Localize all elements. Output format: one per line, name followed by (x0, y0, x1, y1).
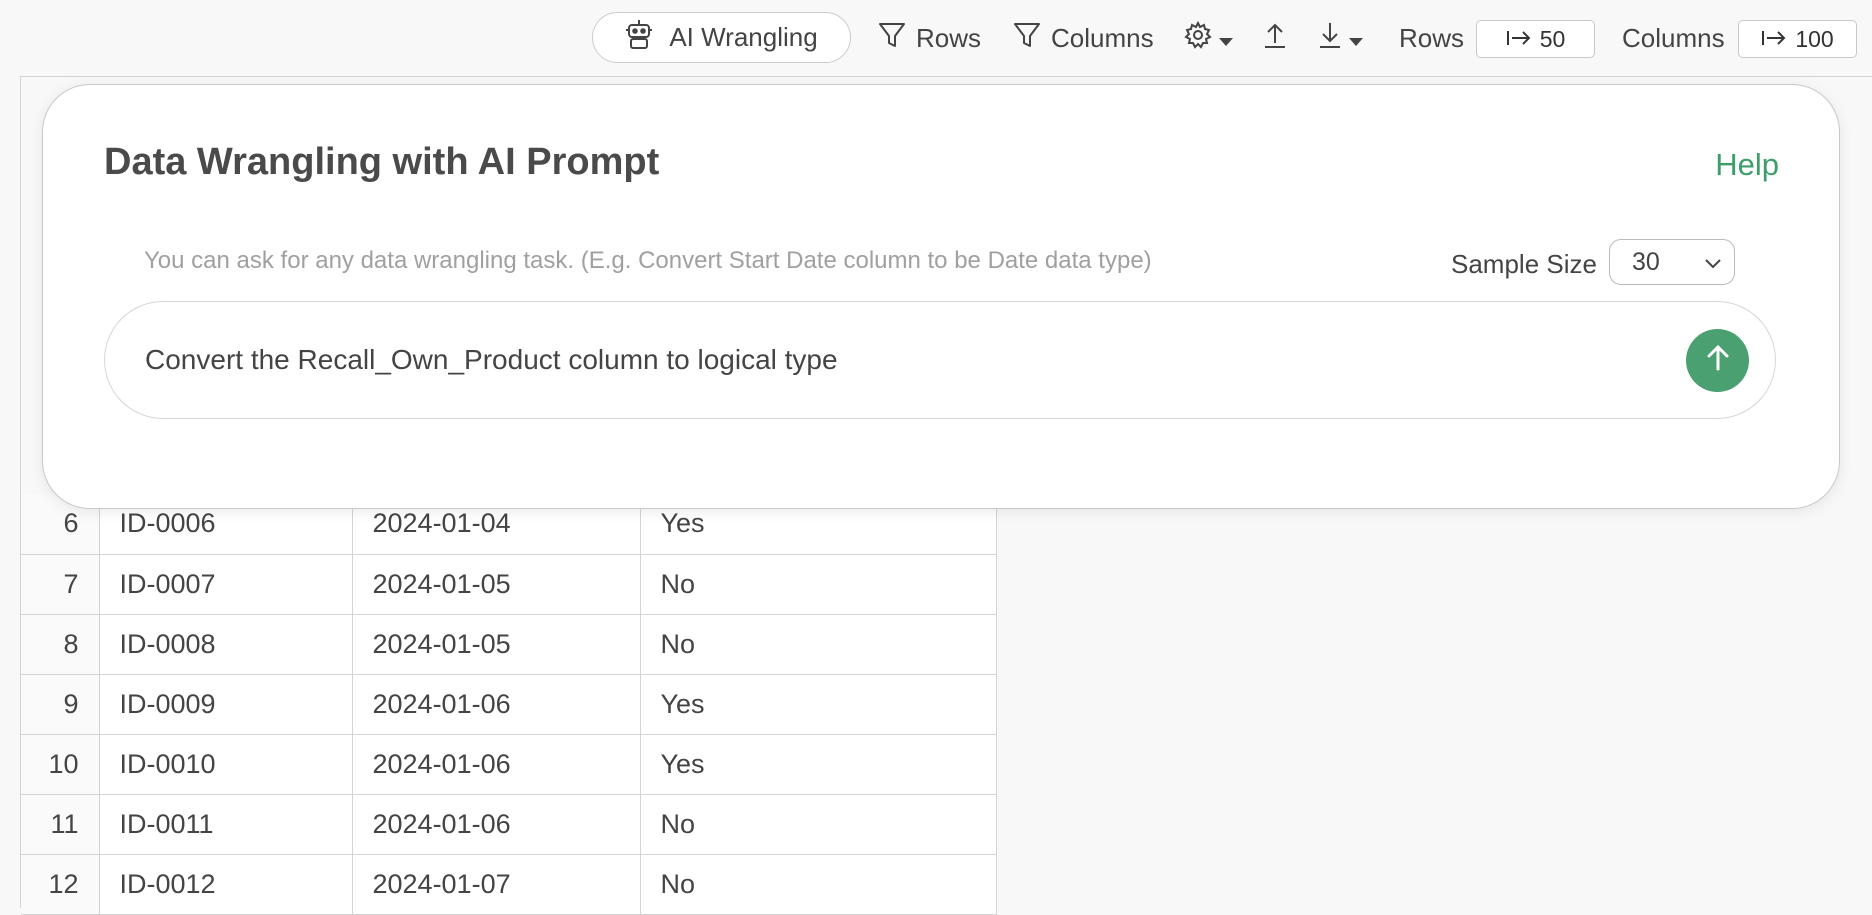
rows-limit-value: 50 (1539, 25, 1566, 52)
caret-down-icon (1218, 23, 1234, 54)
send-button[interactable] (1686, 329, 1749, 392)
table-cell[interactable]: No (640, 794, 997, 855)
prompt-hint: You can ask for any data wrangling task.… (144, 247, 1152, 274)
sample-size-select[interactable]: 30 (1609, 239, 1735, 285)
prompt-input[interactable]: Convert the Recall_Own_Product column to… (104, 301, 1776, 419)
robot-icon (625, 19, 653, 56)
table-row[interactable]: 9 ID-0009 2024-01-06 Yes (21, 674, 997, 735)
import-dropdown-button[interactable] (1318, 14, 1364, 62)
ai-prompt-dialog: Data Wrangling with AI Prompt Help You c… (42, 84, 1840, 509)
row-number: 10 (21, 734, 100, 795)
dialog-title: Data Wrangling with AI Prompt (104, 141, 660, 183)
table-row[interactable]: 12 ID-0012 2024-01-07 No (21, 854, 997, 915)
table-cell[interactable]: 2024-01-05 (352, 554, 641, 615)
columns-limit-label: Columns (1622, 22, 1725, 53)
table-cell[interactable]: 2024-01-07 (352, 854, 641, 915)
table-cell[interactable]: 2024-01-05 (352, 614, 641, 675)
arrow-to-icon (1761, 26, 1787, 53)
export-button[interactable] (1263, 14, 1287, 62)
filter-icon (878, 21, 906, 56)
table-cell[interactable]: No (640, 614, 997, 675)
table-cell[interactable]: 2024-01-06 (352, 734, 641, 795)
caret-down-icon (1348, 23, 1364, 54)
rows-limit-label: Rows (1399, 22, 1465, 53)
row-number: 12 (21, 854, 100, 915)
rows-filter-label: Rows (916, 22, 982, 53)
chevron-down-icon (1704, 248, 1722, 277)
data-table: 6 ID-0006 2024-01-04 Yes 7 ID-0007 2024-… (21, 494, 997, 915)
table-cell[interactable]: ID-0011 (99, 794, 353, 855)
columns-filter-label: Columns (1051, 22, 1154, 53)
columns-filter-button[interactable]: Columns (1013, 14, 1154, 62)
rows-limit-input[interactable]: 50 (1476, 20, 1595, 58)
table-cell[interactable]: ID-0012 (99, 854, 353, 915)
table-cell[interactable]: ID-0008 (99, 614, 353, 675)
row-number: 7 (21, 554, 100, 615)
table-cell[interactable]: 2024-01-06 (352, 674, 641, 735)
table-cell[interactable]: ID-0009 (99, 674, 353, 735)
row-number: 11 (21, 794, 100, 855)
table-cell[interactable]: No (640, 554, 997, 615)
arrow-to-icon (1506, 26, 1532, 53)
row-number: 9 (21, 674, 100, 735)
gear-icon (1184, 20, 1212, 56)
table-cell[interactable]: ID-0010 (99, 734, 353, 795)
table-row[interactable]: 7 ID-0007 2024-01-05 No (21, 554, 997, 615)
table-cell[interactable]: ID-0007 (99, 554, 353, 615)
table-row[interactable]: 11 ID-0011 2024-01-06 No (21, 794, 997, 855)
rows-filter-button[interactable]: Rows (878, 14, 981, 62)
prompt-text: Convert the Recall_Own_Product column to… (145, 344, 838, 375)
columns-limit-input[interactable]: 100 (1738, 20, 1857, 58)
arrow-up-icon (1704, 343, 1732, 378)
filter-icon (1013, 21, 1041, 56)
download-icon (1318, 21, 1342, 56)
columns-limit-value: 100 (1795, 25, 1834, 52)
table-cell[interactable]: Yes (640, 734, 997, 795)
sample-size-label: Sample Size (1451, 249, 1597, 279)
settings-dropdown-button[interactable] (1184, 14, 1234, 62)
help-link[interactable]: Help (1715, 147, 1779, 183)
sample-size-value: 30 (1632, 247, 1660, 276)
row-number: 8 (21, 614, 100, 675)
table-cell[interactable]: 2024-01-06 (352, 794, 641, 855)
upload-icon (1263, 21, 1287, 56)
table-cell[interactable]: Yes (640, 674, 997, 735)
table-row[interactable]: 8 ID-0008 2024-01-05 No (21, 614, 997, 675)
ai-wrangling-label: AI Wrangling (669, 22, 818, 52)
toolbar: AI Wrangling Rows Columns Rows 50 Column… (0, 0, 1872, 76)
ai-wrangling-button[interactable]: AI Wrangling (592, 12, 851, 63)
table-row[interactable]: 10 ID-0010 2024-01-06 Yes (21, 734, 997, 795)
table-cell[interactable]: No (640, 854, 997, 915)
